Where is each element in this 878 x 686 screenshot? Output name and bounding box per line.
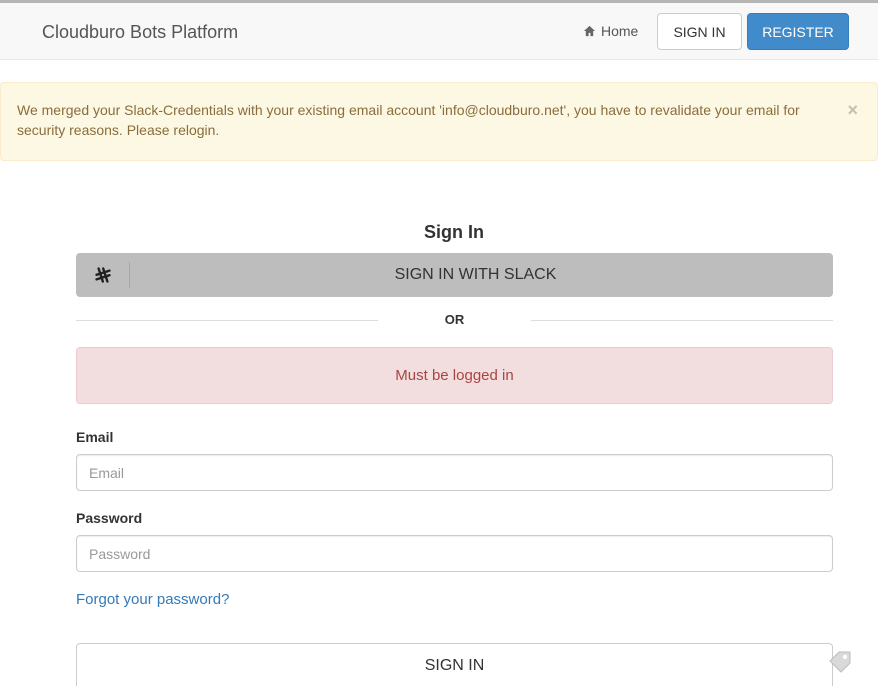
merge-warning-alert: We merged your Slack-Credentials with yo… <box>0 82 878 161</box>
nav-home-link[interactable]: Home <box>583 23 638 39</box>
or-divider: OR <box>76 310 833 330</box>
email-field[interactable] <box>76 454 833 491</box>
nav-signin-button[interactable]: SIGN IN <box>657 13 742 50</box>
nav-home-label: Home <box>601 23 639 39</box>
divider-line-right <box>531 320 833 321</box>
signin-with-slack-button[interactable]: SIGN IN WITH SLACK <box>76 253 833 297</box>
navbar: Cloudburo Bots Platform Home SIGN IN REG… <box>0 3 878 60</box>
password-label: Password <box>76 510 143 526</box>
merge-warning-message: We merged your Slack-Credentials with yo… <box>17 102 800 138</box>
home-icon <box>583 25 596 37</box>
password-field[interactable] <box>76 535 833 572</box>
divider-line-left <box>76 320 378 321</box>
signin-submit-button[interactable]: SIGN IN <box>76 643 833 686</box>
or-text: OR <box>444 312 465 327</box>
close-icon[interactable]: × <box>847 100 858 120</box>
email-label: Email <box>76 429 114 445</box>
brand-link[interactable]: Cloudburo Bots Platform <box>42 22 238 43</box>
slack-button-label: SIGN IN WITH SLACK <box>394 266 557 283</box>
forgot-password-link[interactable]: Forgot your password? <box>76 591 229 608</box>
nav-register-button[interactable]: REGISTER <box>747 13 849 50</box>
signin-title: Sign In <box>424 222 484 242</box>
tag-icon <box>829 651 851 673</box>
login-error-alert: Must be logged in <box>76 347 833 404</box>
